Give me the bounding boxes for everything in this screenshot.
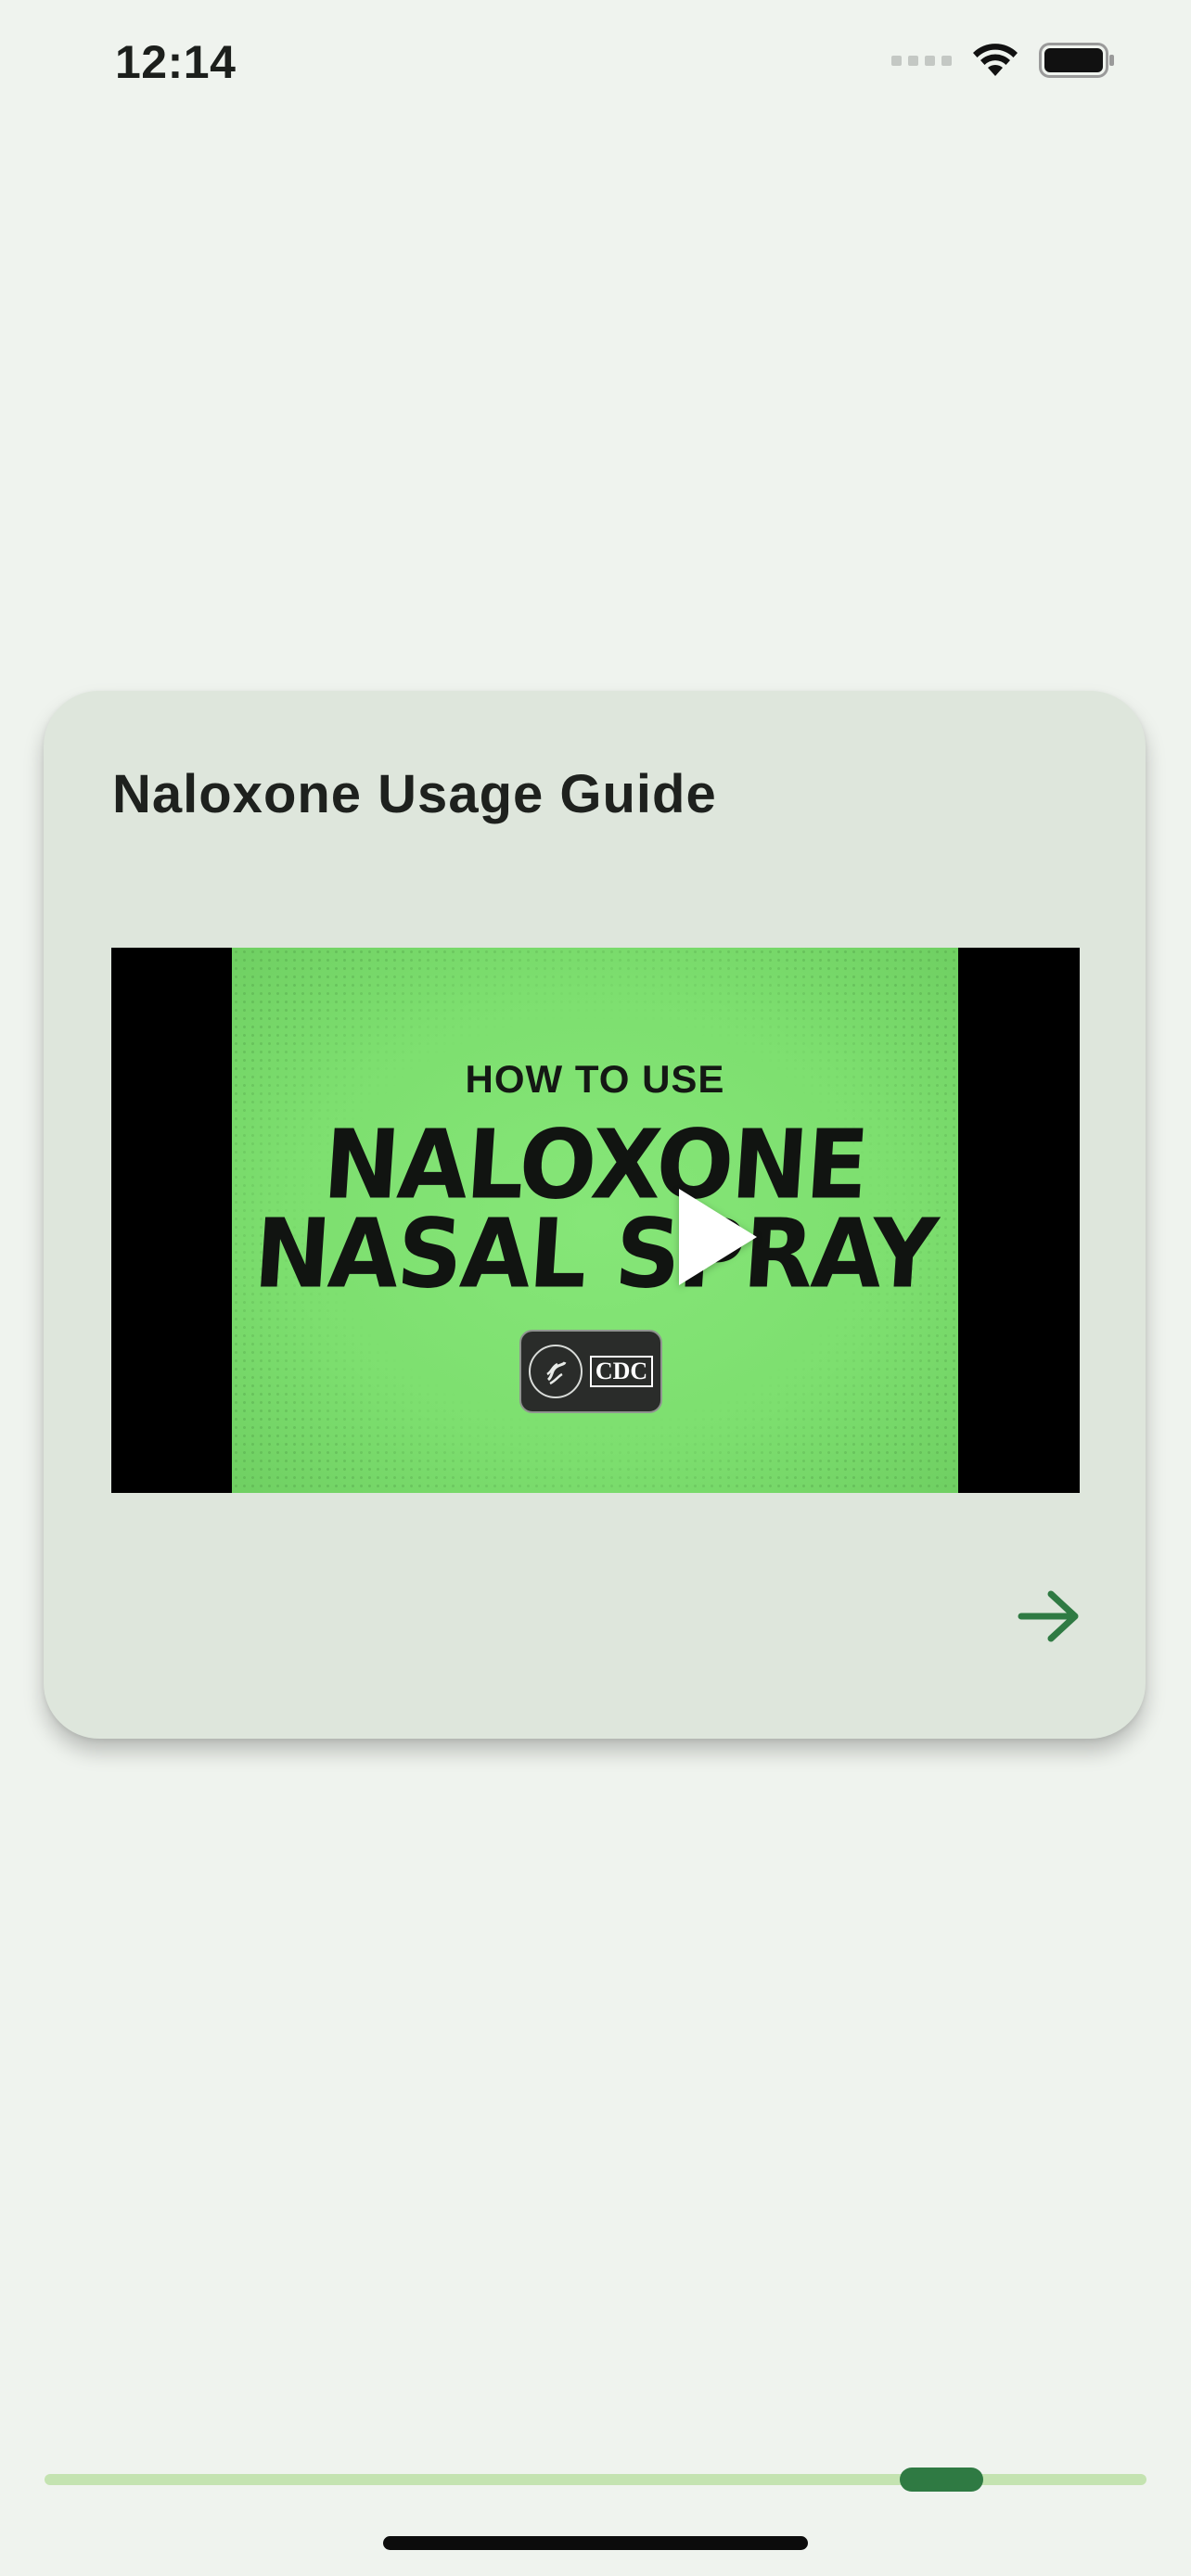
wifi-icon <box>973 44 1018 76</box>
play-icon[interactable] <box>679 1189 757 1285</box>
thumbnail-title-line2: NASAL SPRAY <box>250 1199 940 1310</box>
hhs-seal-icon <box>528 1345 583 1398</box>
cellular-signal-icon <box>891 55 952 66</box>
cdc-logo: CDC <box>519 1330 662 1413</box>
arrow-right-icon[interactable] <box>1016 1587 1082 1646</box>
home-indicator[interactable] <box>383 2536 808 2550</box>
page-indicator-thumb[interactable] <box>900 2468 983 2492</box>
video-player[interactable]: HOW TO USE NALOXONE NASAL SPRAY CDC <box>111 948 1080 1493</box>
card-title: Naloxone Usage Guide <box>112 764 717 824</box>
thumbnail-heading: HOW TO USE <box>465 1057 725 1101</box>
video-thumbnail: HOW TO USE NALOXONE NASAL SPRAY CDC <box>232 948 958 1493</box>
battery-icon <box>1039 43 1114 78</box>
cdc-badge-text: CDC <box>589 1356 654 1387</box>
naloxone-guide-card[interactable]: Naloxone Usage Guide HOW TO USE NALOXONE… <box>44 691 1146 1739</box>
status-icons <box>891 43 1115 78</box>
status-time: 12:14 <box>115 36 237 88</box>
page-indicator-track[interactable] <box>45 2468 1146 2492</box>
